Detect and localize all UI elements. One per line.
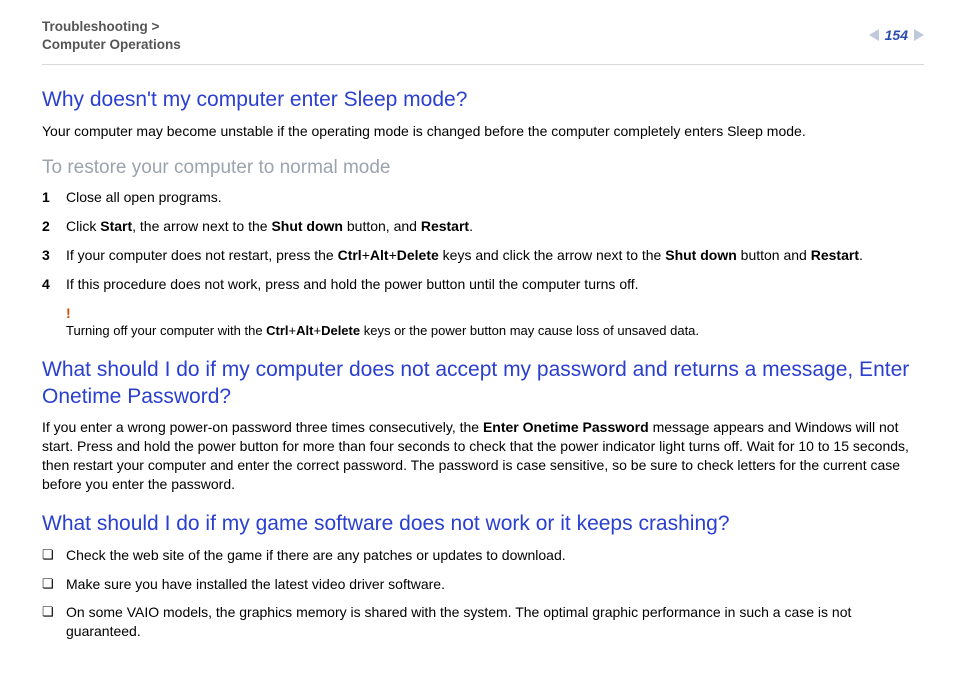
step-item: 3 If your computer does not restart, pre… (42, 246, 924, 265)
step-number: 1 (42, 188, 66, 207)
warning-note: ! Turning off your computer with the Ctr… (66, 306, 924, 340)
prev-page-icon[interactable] (869, 29, 879, 41)
item-text: Check the web site of the game if there … (66, 546, 566, 565)
section-game-software: What should I do if my game software doe… (42, 511, 924, 641)
intro-text: Your computer may become unstable if the… (42, 122, 924, 141)
breadcrumb-line-2[interactable]: Computer Operations (42, 36, 181, 54)
step-item: 1 Close all open programs. (42, 188, 924, 207)
question-heading: What should I do if my computer does not… (42, 357, 924, 410)
breadcrumb-line-1[interactable]: Troubleshooting > (42, 18, 181, 36)
step-number: 4 (42, 275, 66, 294)
question-heading: Why doesn't my computer enter Sleep mode… (42, 87, 924, 113)
warning-text: Turning off your computer with the Ctrl+… (66, 322, 924, 340)
step-text: If this procedure does not work, press a… (66, 275, 639, 294)
item-text: On some VAIO models, the graphics memory… (66, 603, 924, 641)
section-sleep-mode: Why doesn't my computer enter Sleep mode… (42, 87, 924, 339)
list-item: ❏ Make sure you have installed the lates… (42, 575, 924, 594)
checkbox-icon: ❏ (42, 603, 66, 641)
checkbox-icon: ❏ (42, 575, 66, 594)
step-text: If your computer does not restart, press… (66, 246, 863, 265)
item-text: Make sure you have installed the latest … (66, 575, 445, 594)
step-item: 2 Click Start, the arrow next to the Shu… (42, 217, 924, 236)
step-text: Click Start, the arrow next to the Shut … (66, 217, 473, 236)
list-item: ❏ On some VAIO models, the graphics memo… (42, 603, 924, 641)
section-onetime-password: What should I do if my computer does not… (42, 357, 924, 493)
subheading-restore: To restore your computer to normal mode (42, 155, 924, 181)
pager: 154 (869, 26, 924, 45)
body-text: If you enter a wrong power-on password t… (42, 418, 924, 494)
page-number: 154 (885, 26, 908, 45)
checklist: ❏ Check the web site of the game if ther… (42, 546, 924, 642)
breadcrumb: Troubleshooting > Computer Operations (42, 18, 181, 54)
checkbox-icon: ❏ (42, 546, 66, 565)
question-heading: What should I do if my game software doe… (42, 511, 924, 537)
header-divider (42, 64, 924, 65)
step-number: 2 (42, 217, 66, 236)
steps-list: 1 Close all open programs. 2 Click Start… (42, 188, 924, 294)
step-text: Close all open programs. (66, 188, 222, 207)
list-item: ❏ Check the web site of the game if ther… (42, 546, 924, 565)
warning-icon: ! (66, 306, 924, 320)
step-item: 4 If this procedure does not work, press… (42, 275, 924, 294)
next-page-icon[interactable] (914, 29, 924, 41)
page-header: Troubleshooting > Computer Operations 15… (42, 18, 924, 54)
step-number: 3 (42, 246, 66, 265)
